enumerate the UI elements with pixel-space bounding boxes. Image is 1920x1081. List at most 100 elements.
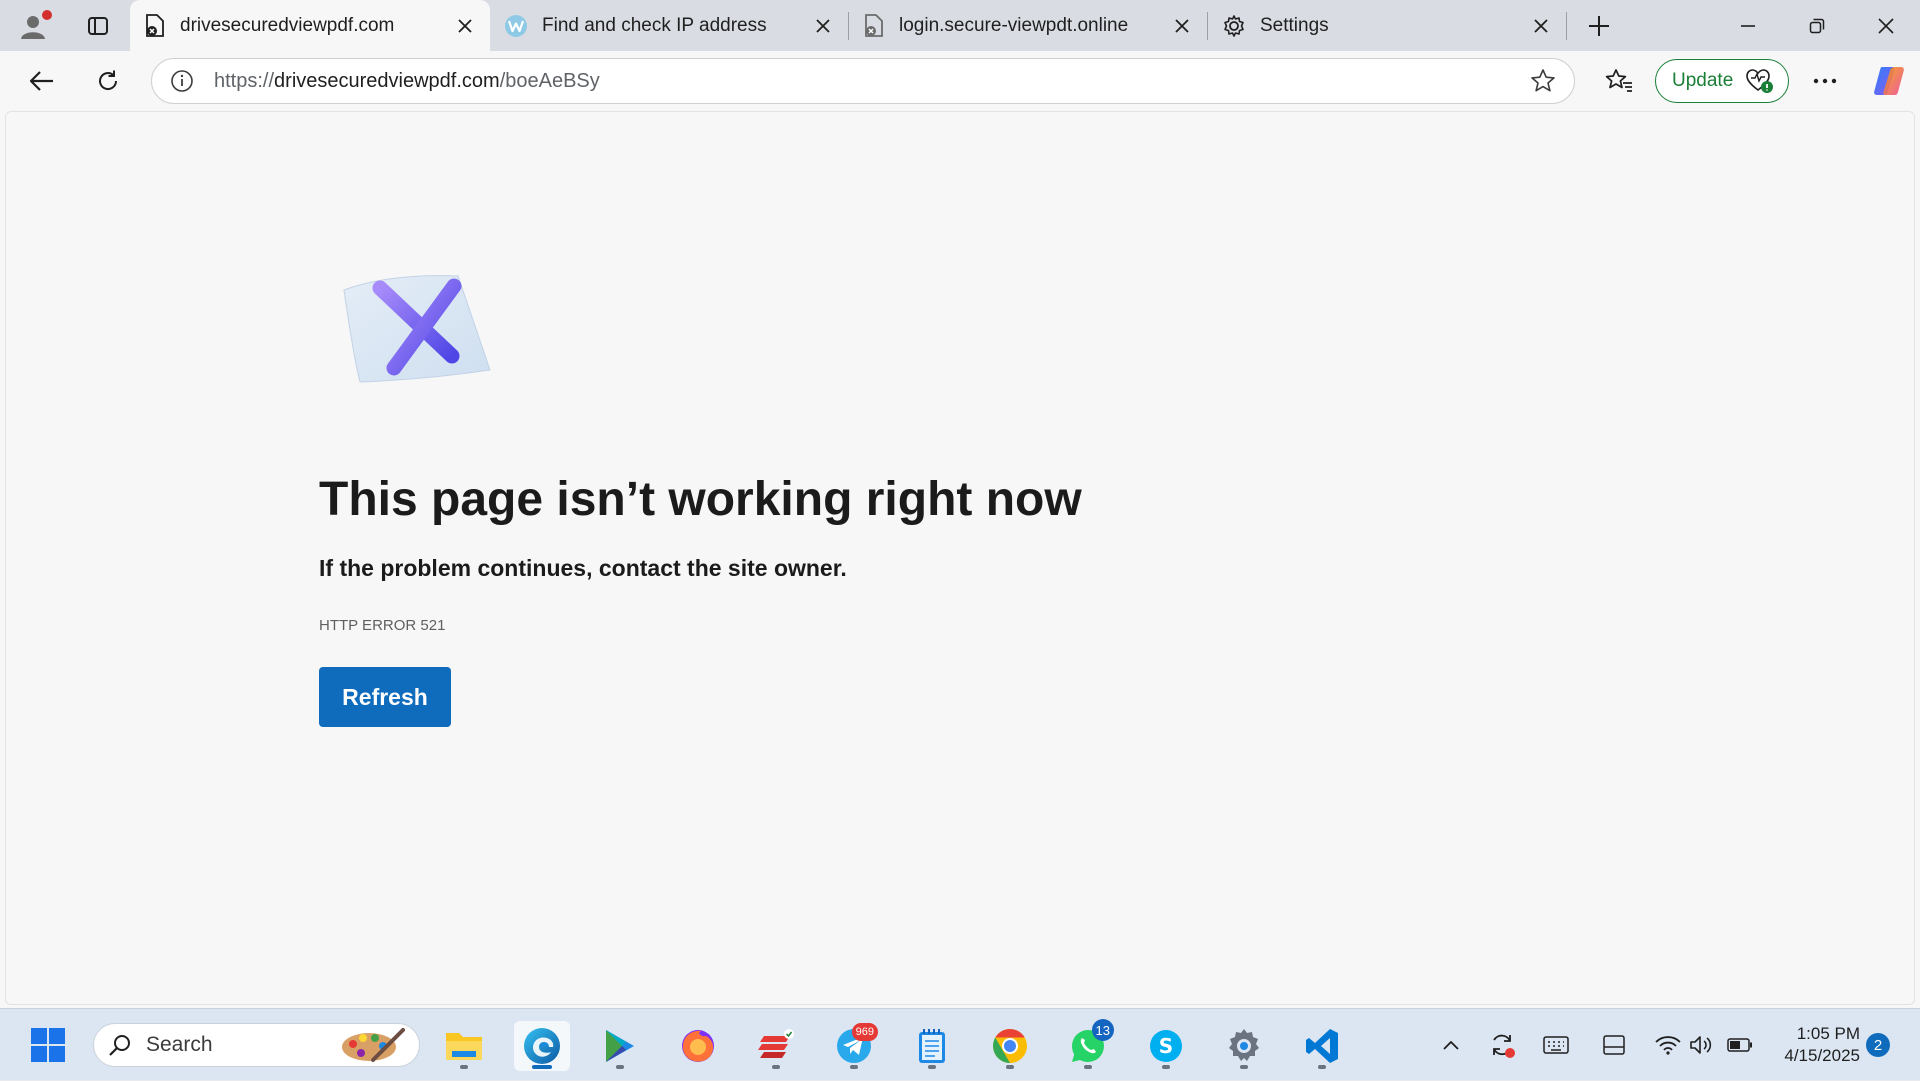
network-tray-button[interactable]	[1650, 1009, 1686, 1081]
chevron-up-icon	[1443, 1040, 1459, 1050]
copilot-button[interactable]	[1858, 51, 1920, 111]
taskbar-search[interactable]: Search	[93, 1023, 420, 1067]
app-running-indicator	[1318, 1065, 1326, 1069]
firefox-app[interactable]	[670, 1021, 726, 1071]
url-text[interactable]: https://drivesecuredviewpdf.com/boeAeBSy	[214, 70, 1530, 93]
keyboard-icon	[1543, 1036, 1569, 1054]
tab-actions-button[interactable]	[66, 0, 130, 51]
app-active-indicator	[532, 1065, 552, 1069]
tab-drivesecuredviewpdf[interactable]: drivesecuredviewpdf.com	[130, 0, 490, 51]
settings-gear-icon	[1229, 1029, 1259, 1061]
more-options-button[interactable]	[1792, 51, 1858, 111]
new-tab-button[interactable]	[1567, 0, 1631, 51]
battery-tray-button[interactable]	[1722, 1009, 1758, 1081]
speaker-icon	[1690, 1036, 1712, 1054]
tab-actions-icon	[88, 16, 108, 35]
start-button[interactable]	[24, 1023, 72, 1067]
show-hidden-icons-button[interactable]	[1436, 1009, 1466, 1081]
notification-count-badge[interactable]: 2	[1866, 1033, 1890, 1057]
tab-close-button[interactable]	[810, 13, 836, 39]
sync-alert-icon	[1493, 1034, 1515, 1058]
skype-app[interactable]: S	[1138, 1021, 1194, 1071]
app-running-indicator	[1006, 1065, 1014, 1069]
whatsapp-app[interactable]: 13	[1060, 1019, 1116, 1071]
battery-icon	[1727, 1038, 1752, 1052]
anydesk-app[interactable]	[748, 1021, 804, 1071]
back-arrow-icon	[29, 71, 53, 91]
tab-close-button[interactable]	[452, 13, 478, 39]
restore-button[interactable]	[1782, 0, 1851, 51]
folder-icon	[446, 1033, 482, 1060]
keyboard-tray-button[interactable]	[1538, 1009, 1574, 1081]
page-content: This page isn’t working right now If the…	[5, 111, 1915, 1005]
favorites-button[interactable]	[1586, 51, 1652, 111]
close-icon	[1175, 18, 1189, 33]
edge-browser-icon	[524, 1028, 560, 1064]
minimize-button[interactable]	[1713, 0, 1782, 51]
taskbar-clock[interactable]: 1:05 PM 4/15/2025	[1764, 1023, 1860, 1067]
tab-find-ip[interactable]: Find and check IP address	[490, 0, 848, 51]
profile-button[interactable]	[0, 0, 66, 51]
play-store-icon	[606, 1030, 634, 1062]
refresh-button[interactable]: Refresh	[319, 667, 451, 727]
notepad-app[interactable]	[904, 1021, 960, 1071]
windows-logo-icon	[31, 1028, 65, 1062]
tab-close-button[interactable]	[1528, 13, 1554, 39]
vscode-icon	[1306, 1029, 1338, 1063]
address-bar[interactable]: https://drivesecuredviewpdf.com/boeAeBSy	[151, 58, 1575, 104]
media-player-app[interactable]	[592, 1021, 648, 1071]
url-scheme: https://	[214, 69, 275, 92]
wifi-icon	[1655, 1036, 1681, 1055]
favorites-icon	[1605, 69, 1632, 92]
reload-button[interactable]	[75, 51, 141, 111]
back-button[interactable]	[9, 51, 75, 111]
close-icon	[458, 18, 472, 33]
clock-date: 4/15/2025	[1784, 1046, 1860, 1065]
copilot-icon	[1874, 67, 1904, 95]
tab-settings[interactable]: Settings	[1208, 0, 1566, 51]
error-subtitle: If the problem continues, contact the si…	[319, 555, 847, 581]
file-explorer-app[interactable]	[436, 1021, 492, 1071]
chrome-app[interactable]	[982, 1021, 1038, 1071]
info-icon[interactable]	[170, 69, 194, 93]
w-logo-icon	[505, 14, 527, 37]
app-running-indicator	[1240, 1065, 1248, 1069]
telegram-app[interactable]: 969	[826, 1021, 882, 1071]
skype-icon: S	[1150, 1030, 1182, 1062]
volume-tray-button[interactable]	[1686, 1009, 1716, 1081]
star-icon[interactable]	[1530, 68, 1556, 94]
telegram-unread-badge: 969	[851, 1023, 878, 1041]
firefox-icon	[682, 1030, 714, 1062]
display-icon	[1603, 1035, 1625, 1055]
app-running-indicator	[772, 1065, 780, 1069]
settings-app[interactable]	[1216, 1021, 1272, 1071]
palette-icon	[342, 1028, 405, 1062]
edge-app[interactable]	[514, 1021, 570, 1071]
chrome-icon	[993, 1029, 1027, 1063]
error-title: This page isn’t working right now	[319, 473, 1082, 526]
stack-logo-icon	[758, 1029, 794, 1058]
gear-icon	[1224, 14, 1244, 37]
minimize-icon	[1740, 24, 1755, 27]
tab-title: Find and check IP address	[542, 14, 767, 36]
vscode-app[interactable]	[1294, 1021, 1350, 1071]
close-icon	[1877, 17, 1894, 34]
tab-login-secure-viewpdt[interactable]: login.secure-viewpdt.online	[849, 0, 1207, 51]
toolbar: https://drivesecuredviewpdf.com/boeAeBSy…	[0, 51, 1920, 111]
tab-close-button[interactable]	[1169, 13, 1195, 39]
taskbar: Search 969 13 S 1:05 PM 4/15/2025 2	[0, 1008, 1920, 1080]
error-x-illustration	[343, 275, 491, 383]
reload-icon	[99, 70, 118, 90]
search-placeholder: Search	[146, 1033, 213, 1056]
close-window-button[interactable]	[1851, 0, 1920, 51]
ellipsis-icon	[1813, 78, 1837, 84]
window-controls	[1713, 0, 1920, 51]
sync-tray-button[interactable]	[1484, 1009, 1520, 1081]
close-icon	[1534, 18, 1548, 33]
plus-icon	[1589, 15, 1609, 36]
update-button[interactable]: Update	[1655, 59, 1789, 103]
broken-page-icon	[146, 13, 164, 37]
tab-title: Settings	[1260, 14, 1329, 36]
tablet-mode-tray-button[interactable]	[1596, 1009, 1632, 1081]
app-running-indicator	[850, 1065, 858, 1069]
